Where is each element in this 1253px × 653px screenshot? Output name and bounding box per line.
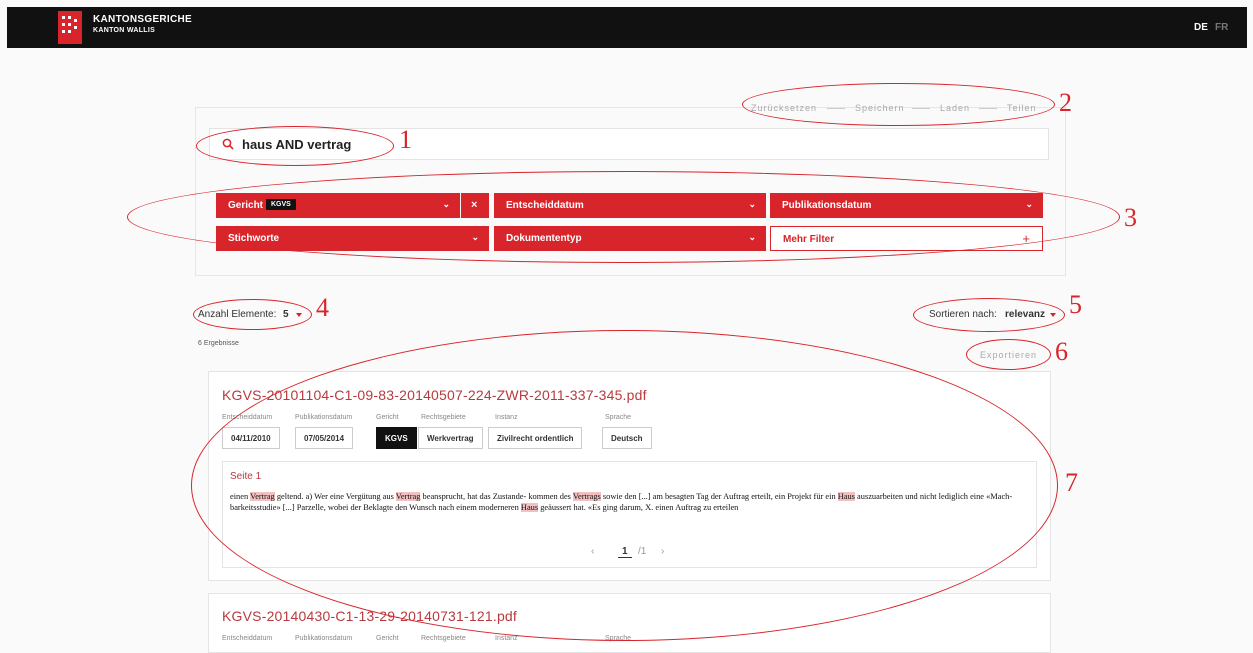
annotation-number: 7: [1065, 468, 1078, 497]
brand-title: KANTONSGERICHE: [93, 14, 193, 25]
meta-label: Gericht: [376, 635, 399, 642]
annotation-ellipse: [913, 298, 1065, 332]
annotation-ellipse: [191, 330, 1058, 641]
annotation-ellipse: [196, 126, 394, 166]
brand-subtitle: KANTON WALLIS: [93, 27, 156, 34]
annotation-number: 4: [316, 293, 329, 322]
language-de[interactable]: DE: [1194, 22, 1208, 33]
meta-label: Rechtsgebiete: [421, 635, 466, 642]
top-navigation-bar: KANTONSGERICHE KANTON WALLIS DE FR: [7, 7, 1247, 48]
meta-label: Entscheiddatum: [222, 635, 273, 642]
language-fr[interactable]: FR: [1215, 22, 1228, 33]
result-count: 6 Ergebnisse: [198, 340, 239, 347]
annotation-number: 3: [1124, 203, 1137, 232]
annotation-number: 5: [1069, 290, 1082, 319]
meta-label: Instanz: [495, 635, 518, 642]
annotation-ellipse: [127, 171, 1120, 263]
annotation-ellipse: [966, 339, 1051, 370]
annotation-number: 1: [399, 125, 412, 154]
annotation-number: 2: [1059, 88, 1072, 117]
canton-logo[interactable]: [58, 11, 82, 44]
annotation-number: 6: [1055, 337, 1068, 366]
meta-label: Publikationsdatum: [295, 635, 353, 642]
annotation-ellipse: [193, 299, 312, 330]
annotation-ellipse: [742, 83, 1055, 126]
